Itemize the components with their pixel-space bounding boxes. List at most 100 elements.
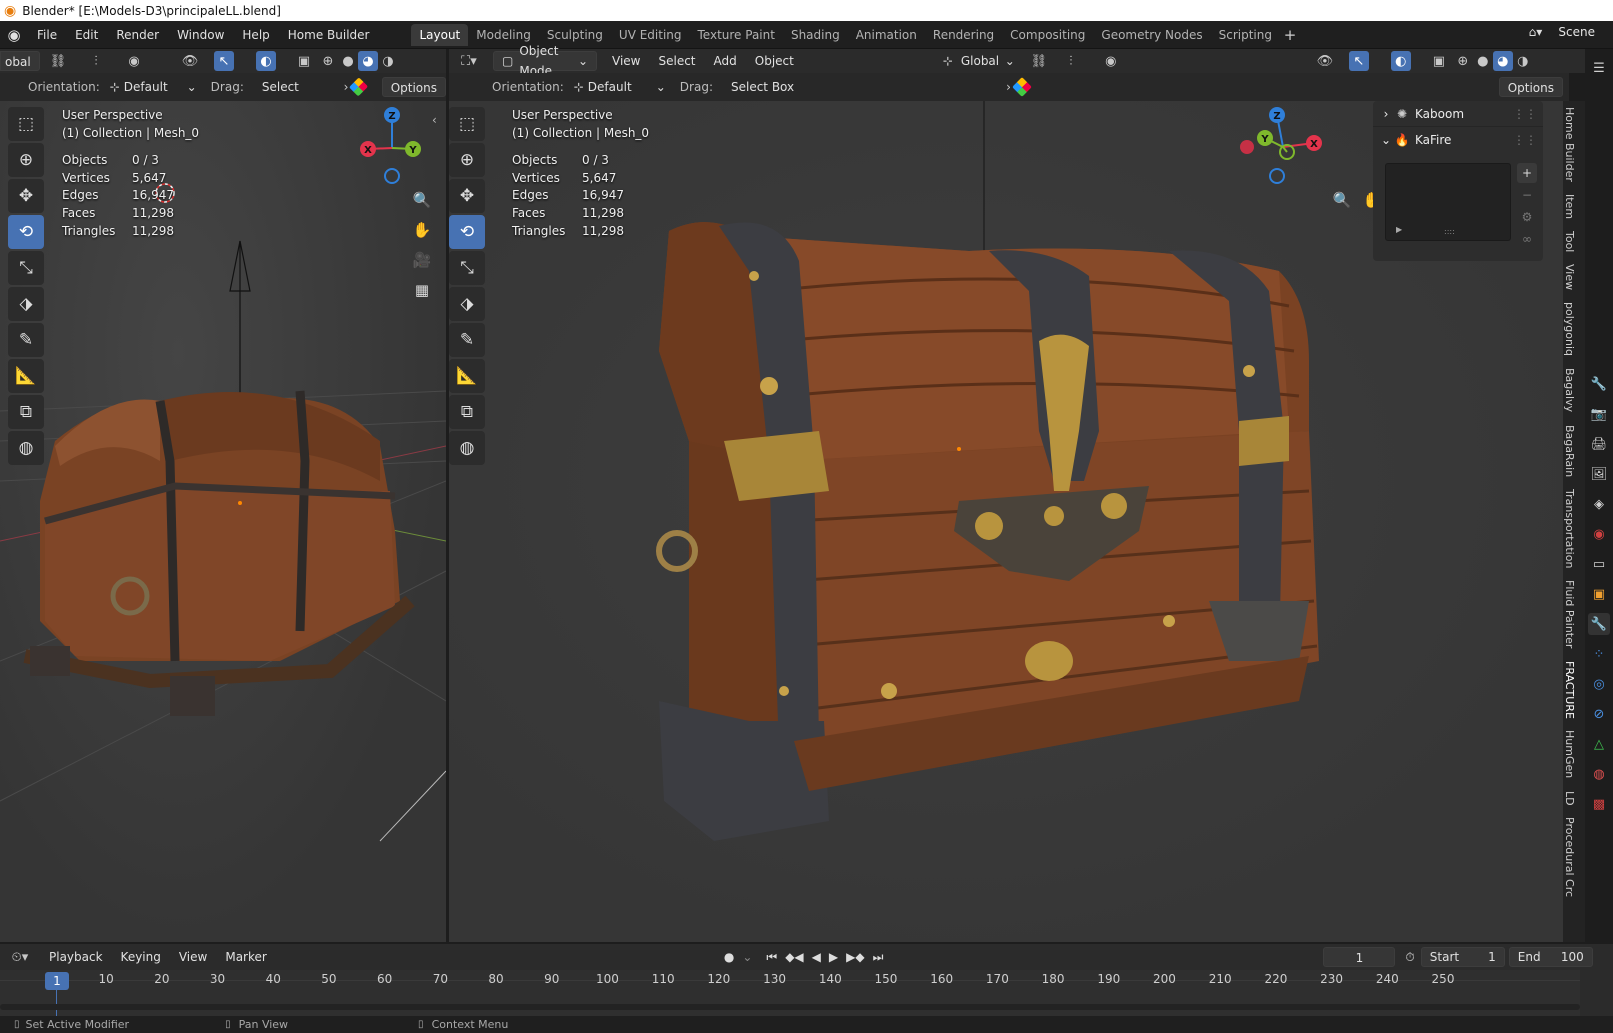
left-visibility-icon[interactable]: 👁 [180,51,200,71]
rendered-shading-icon[interactable]: ◑ [1513,51,1533,71]
left-drag-dropdown[interactable]: Select Box [254,77,330,114]
menu-help[interactable]: Help [233,24,278,46]
tab-animation[interactable]: Animation [848,24,925,46]
current-frame-field[interactable]: 1 [1323,947,1396,967]
left-solid-shading-icon[interactable]: ● [338,51,358,71]
pivot-point-icon[interactable]: ⛓ [1029,51,1049,71]
expand-tool-settings-icon[interactable]: › [1006,80,1011,94]
object-properties-icon[interactable]: ▣ [1588,583,1610,605]
render-properties-icon[interactable]: 📷 [1588,403,1610,425]
overlay-toggle-icon[interactable]: ◐ [1390,51,1411,71]
select-box-tool-icon[interactable]: ⬚ [8,107,44,141]
tab-texture-paint[interactable]: Texture Paint [690,24,783,46]
timeline-scrollbar[interactable] [0,1004,1580,1010]
left-orientation-dropdown[interactable]: ⊹ Default ⌄ [106,80,197,94]
mode-dropdown[interactable]: ▢ Object Mode ⌄ [493,44,597,78]
texture-properties-icon[interactable]: ▩ [1588,793,1610,815]
blender-menu-icon[interactable]: ◉ [0,26,28,44]
timeline-menu-playback[interactable]: Playback [40,946,112,968]
options-button[interactable]: Options [1498,77,1563,97]
data-properties-icon[interactable]: △ [1588,733,1610,755]
menu-home-builder[interactable]: Home Builder [279,24,379,46]
left-collapse-arrow-icon[interactable]: ‹ [432,113,437,127]
item-link-icon[interactable]: ∞ [1517,229,1537,249]
left-global-dropdown[interactable]: obal [0,51,40,71]
collection-properties-icon[interactable]: ▭ [1588,553,1610,575]
world-properties-icon[interactable]: ◉ [1588,523,1610,545]
sidebar-tab-fracture[interactable]: FRACTURE [1563,655,1576,725]
editor-type-icon[interactable]: ⛶▾ [459,51,479,71]
kafire-list[interactable]: ▶ :::: [1385,163,1511,241]
proportional-editing-icon[interactable]: ◉ [1101,51,1121,71]
rotate-tool-icon[interactable]: ⟲ [449,215,485,249]
shader-tool-icon[interactable]: ◍ [8,431,44,465]
annotate-tool-icon[interactable]: ✎ [449,323,485,357]
measure-tool-icon[interactable]: 📐 [8,359,44,393]
left-pivot-icon[interactable]: ⛓ [48,51,68,71]
scale-tool-icon[interactable]: ⤡ [8,251,44,285]
start-frame-field[interactable]: Start 1 [1420,947,1505,967]
camera-view-icon[interactable]: 🎥 [409,247,435,273]
zoom-icon[interactable]: 🔍 [1329,187,1355,213]
left-expand-icon[interactable]: › [344,80,349,94]
sidebar-tab-humgen[interactable]: HumGen [1563,724,1576,784]
visibility-icon[interactable]: 👁 [1315,51,1335,71]
cursor-tool-icon[interactable]: ⊕ [449,143,485,177]
measure-tool-icon[interactable]: 📐 [449,359,485,393]
add-cube-tool-icon[interactable]: ⧉ [449,395,485,429]
drag-dropdown[interactable]: Select Box [723,77,802,97]
tab-shading[interactable]: Shading [783,24,848,46]
sidebar-tab-ld[interactable]: LD [1563,785,1576,812]
tab-uv-editing[interactable]: UV Editing [611,24,690,46]
wireframe-shading-icon[interactable]: ⊕ [1453,51,1473,71]
sidebar-tab-procedural[interactable]: Procedural Crc [1563,811,1576,901]
scene-properties-icon[interactable]: ◈ [1588,493,1610,515]
gizmo-toggle-icon[interactable]: ↖ [1348,51,1369,71]
tab-rendering[interactable]: Rendering [925,24,1002,46]
perspective-toggle-icon[interactable]: ▦ [409,277,435,303]
left-wireframe-shading-icon[interactable]: ⊕ [318,51,338,71]
left-snap-icon[interactable]: ⫶ [86,51,106,71]
annotate-tool-icon[interactable]: ✎ [8,323,44,357]
transform-orientation-dropdown[interactable]: ⊹ Global ⌄ [939,54,1015,68]
xray-icon[interactable]: ▣ [1429,51,1449,71]
add-workspace-icon[interactable]: + [1280,26,1300,44]
jump-end-icon[interactable]: ⏭ [873,950,884,965]
sidebar-tab-polygoniq[interactable]: polygoniq [1563,296,1576,362]
menu-window[interactable]: Window [168,24,233,46]
panel-kafire[interactable]: ⌄ 🔥 KaFire ⋮⋮ [1373,127,1543,153]
end-frame-field[interactable]: End 100 [1508,947,1593,967]
menu-add[interactable]: Add [705,50,746,72]
timeline-menu-marker[interactable]: Marker [216,946,275,968]
menu-select[interactable]: Select [649,50,704,72]
left-options-button[interactable]: Options [381,77,446,97]
sidebar-tab-transportation[interactable]: Transportation [1563,483,1576,574]
playhead-frame[interactable]: 1 [45,972,69,990]
constraints-properties-icon[interactable]: ⊘ [1588,703,1610,725]
menu-render[interactable]: Render [107,24,168,46]
rotate-tool-icon[interactable]: ⟲ [8,215,44,249]
scene-name[interactable]: Scene [1550,25,1603,39]
menu-view[interactable]: View [603,50,649,72]
timeline-menu-keying[interactable]: Keying [112,946,170,968]
sidebar-tab-bagalvy[interactable]: Bagalvy [1563,362,1576,418]
tool-properties-icon[interactable]: 🔧 [1588,373,1610,395]
zoom-icon[interactable]: 🔍 [409,187,435,213]
sidebar-tab-view[interactable]: View [1563,258,1576,296]
scene-selector-icon[interactable]: ⌂▾ [1520,25,1550,39]
left-xray-icon[interactable]: ▣ [294,51,314,71]
output-properties-icon[interactable]: 🖨 [1588,433,1610,455]
menu-edit[interactable]: Edit [66,24,107,46]
shader-tool-icon[interactable]: ◍ [449,431,485,465]
left-material-shading-icon[interactable]: ◕ [358,51,378,71]
panel-kaboom[interactable]: › ✺ Kaboom ⋮⋮ [1373,101,1543,127]
move-tool-icon[interactable]: ✥ [8,179,44,213]
orientation-dropdown[interactable]: ⊹ Default ⌄ [570,80,666,94]
drag-handle-icon[interactable]: ⋮⋮ [1513,133,1537,147]
menu-object[interactable]: Object [746,50,803,72]
resize-grip-icon[interactable]: :::: [1444,227,1455,236]
menu-file[interactable]: File [28,24,66,46]
solid-shading-icon[interactable]: ● [1473,51,1493,71]
view-layer-icon[interactable]: 🖼 [1588,463,1610,485]
material-properties-icon[interactable]: ◍ [1588,763,1610,785]
